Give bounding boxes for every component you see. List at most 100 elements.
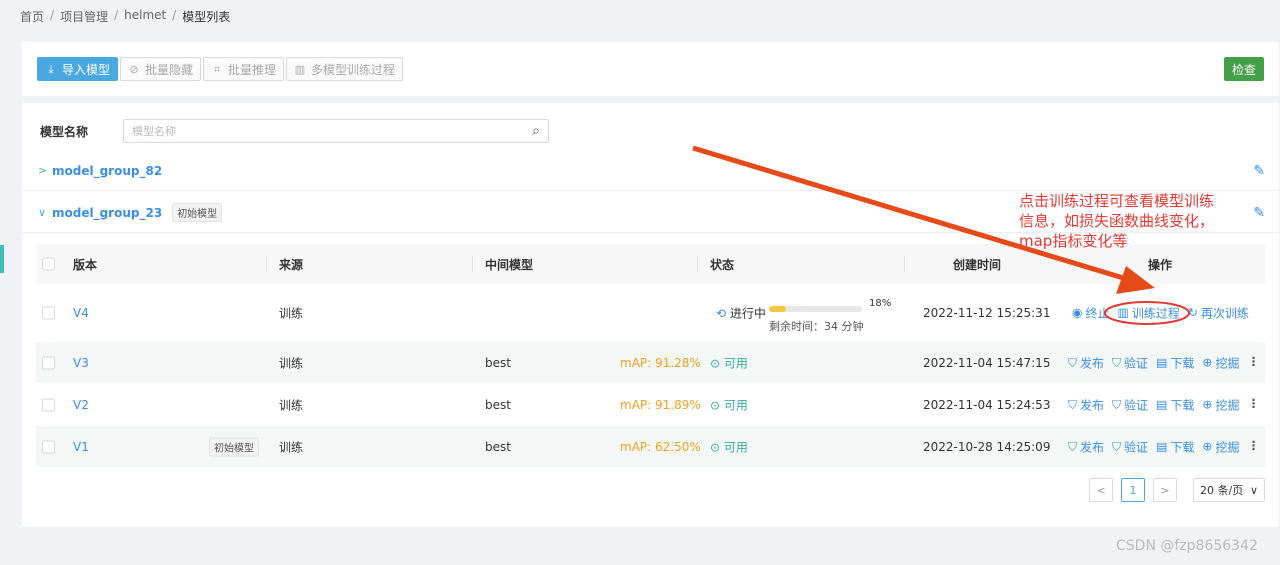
header-source: 来源 [279, 257, 304, 272]
import-model-button[interactable]: ⤓ 导入模型 [37, 57, 119, 81]
mine-button[interactable]: ⊕ 挖掘 [1202, 438, 1239, 455]
header-divider [266, 256, 267, 272]
chevron-down-icon: ∨ [1249, 483, 1258, 497]
publish-button[interactable]: ⛉ 发布 [1068, 396, 1104, 413]
table-row: V1 初始模型 训练 best mAP: 62.50% ⊙ 可用 2022-10… [36, 426, 1265, 468]
chevron-down-icon[interactable]: ∨ [38, 206, 52, 219]
verify-button[interactable]: ⛉ 验证 [1112, 396, 1148, 413]
publish-button[interactable]: ⛉ 发布 [1068, 438, 1104, 455]
model-name-search: ⌕ [123, 119, 549, 143]
source-text: 训练 [279, 306, 304, 320]
model-group-name[interactable]: model_group_82 [52, 164, 162, 178]
more-icon[interactable]: ⋮ [1248, 438, 1260, 455]
header-divider [697, 256, 698, 272]
breadcrumb-home[interactable]: 首页 [20, 8, 44, 25]
download-button[interactable]: ▤ 下载 [1156, 438, 1194, 455]
row-checkbox[interactable] [42, 440, 55, 453]
training-process-button[interactable]: ▥ 训练过程 [1118, 304, 1180, 321]
breadcrumb-separator: / [172, 8, 177, 22]
page-number-button[interactable]: 1 [1121, 478, 1145, 502]
status-text: 可用 [723, 440, 748, 454]
history-icon: ⟲ [716, 306, 727, 320]
left-edge-indicator [0, 245, 4, 273]
stop-button[interactable]: ◉ 终止 [1072, 304, 1110, 321]
model-name-search-input[interactable] [124, 120, 504, 142]
mine-button[interactable]: ⊕ 挖掘 [1202, 354, 1239, 371]
next-page-button[interactable]: > [1153, 478, 1177, 502]
status-text: 进行中 [729, 306, 766, 320]
verify-button[interactable]: ⛉ 验证 [1112, 354, 1148, 371]
created-time: 2022-11-04 15:24:53 [923, 397, 1051, 412]
chevron-right-icon[interactable]: > [38, 164, 52, 177]
check-circle-icon: ⊙ [710, 356, 721, 370]
refresh-icon: ↻ [1187, 305, 1198, 320]
training-process-label: 训练过程 [1131, 306, 1180, 320]
intermediate-model: best [485, 397, 511, 412]
version-link[interactable]: V1 [73, 440, 89, 454]
header-status: 状态 [710, 257, 735, 272]
row-actions: ⛉ 发布 ⛉ 验证 ▤ 下载 ⊕ 挖掘 ⋮ [1068, 354, 1260, 371]
pagination: < 1 > 20 条/页 ∨ [1089, 478, 1265, 502]
status-text: 可用 [723, 356, 748, 370]
version-link[interactable]: V3 [73, 356, 89, 370]
download-button[interactable]: ▤ 下载 [1156, 354, 1194, 371]
progress-fill [769, 306, 786, 312]
breadcrumb-separator: / [114, 8, 119, 22]
version-link[interactable]: V2 [73, 398, 89, 412]
search-icon[interactable]: ⌕ [532, 123, 540, 139]
download-button[interactable]: ▤ 下载 [1156, 396, 1194, 413]
mine-button[interactable]: ⊕ 挖掘 [1202, 396, 1239, 413]
table-row: V4 训练 ⟲ 进行中 18% 剩余时间：34 分钟 2022-11-12 15… [36, 284, 1265, 342]
row-actions: ◉ 终止 ▥ 训练过程 ↻ 再次训练 [1072, 304, 1249, 321]
model-group-row[interactable]: > model_group_82 ✎ [22, 151, 1279, 191]
watermark: CSDN @fzp8656342 [1116, 538, 1258, 554]
row-checkbox[interactable] [42, 356, 55, 369]
row-checkbox[interactable] [42, 306, 55, 319]
publish-label: 发布 [1080, 440, 1105, 454]
select-all-checkbox[interactable] [42, 257, 55, 271]
check-circle-icon: ⊙ [710, 440, 721, 454]
more-icon[interactable]: ⋮ [1248, 354, 1260, 371]
model-group-name[interactable]: model_group_23 [52, 206, 162, 220]
header-actions: 操作 [1148, 257, 1173, 272]
verify-label: 验证 [1124, 356, 1149, 370]
progress-percent: 18% [869, 298, 892, 309]
file-download-icon: ▤ [1156, 355, 1168, 370]
multi-model-train-button[interactable]: ▥ 多模型训练过程 [286, 57, 404, 81]
table-row: V2 训练 best mAP: 91.89% ⊙ 可用 2022-11-04 1… [36, 384, 1265, 426]
source-text: 训练 [279, 356, 304, 370]
prev-page-button[interactable]: < [1089, 478, 1113, 502]
page-size-select[interactable]: 20 条/页 ∨ [1193, 478, 1265, 502]
shield-check-icon: ⛉ [1112, 439, 1122, 453]
import-icon: ⤓ [48, 62, 54, 76]
status-running: ⟲ 进行中 [716, 304, 766, 321]
version-link[interactable]: V4 [73, 306, 89, 320]
breadcrumb-helmet[interactable]: helmet [124, 8, 166, 25]
check-button[interactable]: 检查 [1223, 57, 1264, 81]
status-available: ⊙ 可用 [710, 396, 748, 413]
initial-model-tag: 初始模型 [172, 203, 223, 222]
retrain-button[interactable]: ↻ 再次训练 [1188, 304, 1249, 321]
model-name-filter-label: 模型名称 [40, 125, 89, 139]
shield-icon: ⛉ [1068, 355, 1078, 369]
publish-button[interactable]: ⛉ 发布 [1068, 354, 1104, 371]
annotation-line: 信息，如损失函数曲线变化， [1019, 212, 1215, 230]
remaining-time: 剩余时间：34 分钟 [769, 320, 864, 333]
breadcrumb-project[interactable]: 项目管理 [60, 8, 108, 25]
batch-infer-button[interactable]: ⌗ 批量推理 [203, 57, 285, 81]
batch-hide-button[interactable]: ⊘ 批量隐藏 [120, 57, 202, 81]
row-checkbox[interactable] [42, 398, 55, 411]
file-download-icon: ▤ [1156, 439, 1168, 454]
zoom-icon: ⊕ [1202, 355, 1213, 370]
publish-label: 发布 [1080, 398, 1105, 412]
progress-bar [769, 306, 862, 312]
created-time: 2022-11-04 15:47:15 [923, 355, 1051, 370]
toolbar-panel: ⤓ 导入模型 ⊘ 批量隐藏 ⌗ 批量推理 ▥ 多模型训练过程 检查 [22, 42, 1279, 96]
header-divider [472, 256, 473, 272]
intermediate-model: best [485, 439, 511, 454]
edit-icon[interactable]: ✎ [1253, 163, 1265, 179]
created-time: 2022-11-12 15:25:31 [923, 305, 1051, 320]
more-icon[interactable]: ⋮ [1248, 396, 1260, 413]
verify-button[interactable]: ⛉ 验证 [1112, 438, 1148, 455]
initial-model-tag: 初始模型 [209, 437, 259, 456]
